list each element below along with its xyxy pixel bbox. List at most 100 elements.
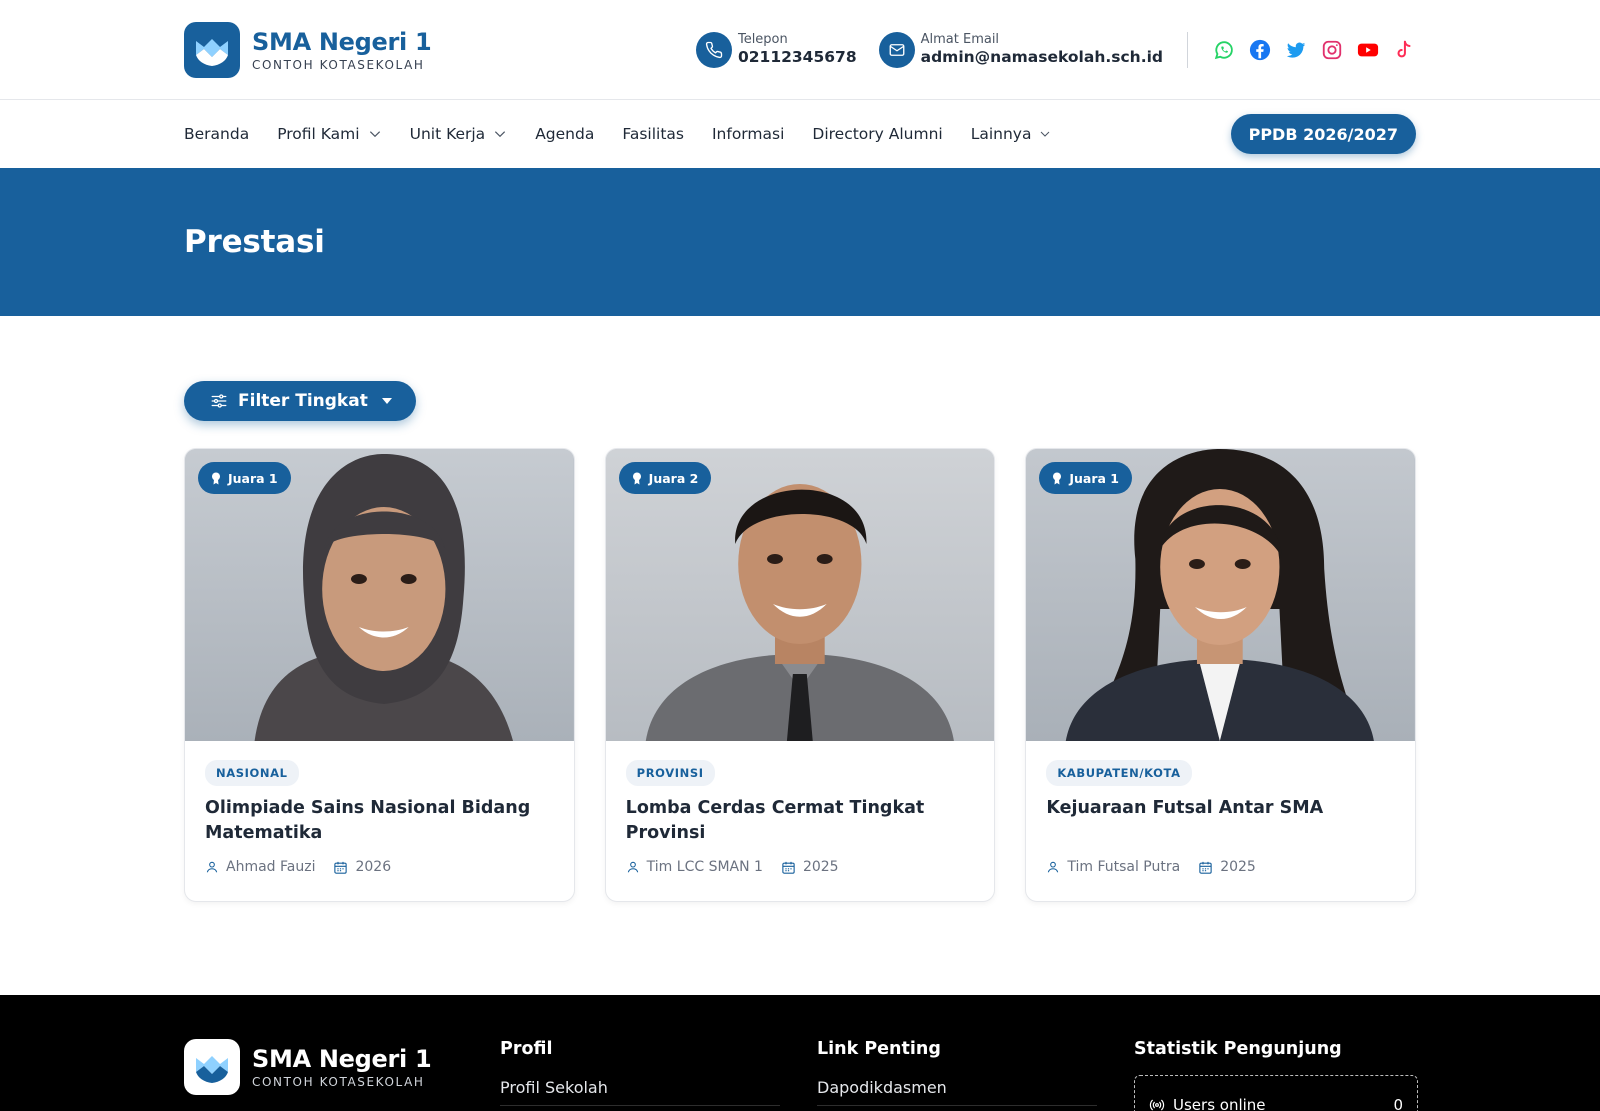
achievement-year: 2025: [802, 859, 839, 875]
ppdb-button[interactable]: PPDB 2026/2027: [1230, 114, 1416, 154]
nav-label: Lainnya: [970, 125, 1032, 143]
footer-heading: Link Penting: [817, 1039, 941, 1059]
email-address: admin@namasekolah.sch.id: [920, 48, 1163, 66]
main-navigation: Beranda Profil Kami Unit Kerja Agenda Fa…: [0, 100, 1600, 168]
achievement-year: 2025: [1220, 859, 1256, 875]
nav-agenda[interactable]: Agenda: [535, 125, 594, 143]
achievement-card[interactable]: Juara 2 PROVINSI Lomba Cerdas Cermat Tin…: [604, 448, 996, 902]
award-label: Juara 1: [228, 470, 278, 486]
footer-profile-column: Profil Profil Sekolah: [500, 1039, 780, 1106]
achievement-title[interactable]: Lomba Cerdas Cermat Tingkat Provinsi: [626, 796, 975, 848]
page-title: Prestasi: [184, 224, 325, 260]
student-photo: Juara 1: [185, 449, 574, 741]
award-label: Juara 2: [648, 470, 699, 486]
footer-brand[interactable]: SMA Negeri 1 CONTOH KOTASEKOLAH: [184, 1039, 432, 1095]
medal-icon: [212, 472, 220, 484]
nav-directory-alumni[interactable]: Directory Alumni: [812, 125, 942, 143]
participant-name: Tim Futsal Putra: [1067, 859, 1181, 875]
footer-link[interactable]: Profil Sekolah: [500, 1078, 780, 1106]
achievement-list: Juara 1 NASIONAL Olimpiade Sains Nasiona…: [184, 448, 1417, 902]
stat-value: 0: [1393, 1096, 1403, 1111]
nav-label: Informasi: [711, 125, 785, 143]
footer-links-column: Link Penting Dapodikdasmen: [817, 1039, 1097, 1106]
student-photo: Juara 1: [1026, 449, 1416, 741]
mail-icon: [878, 32, 915, 68]
email-contact[interactable]: Almat Email admin@namasekolah.sch.id: [878, 32, 1163, 68]
award-label: Juara 1: [1069, 470, 1119, 486]
nav-lainnya[interactable]: Lainnya: [971, 125, 1052, 143]
phone-contact[interactable]: Telepon 02112345678: [695, 32, 857, 68]
level-badge: KABUPATEN/KOTA: [1046, 760, 1192, 786]
award-badge: Juara 2: [618, 462, 712, 494]
page-banner: Prestasi: [0, 168, 1600, 316]
calendar-icon: [334, 861, 348, 874]
facebook-icon[interactable]: [1248, 38, 1272, 62]
calendar-icon: [782, 861, 795, 874]
user-icon: [206, 861, 218, 873]
school-city: CONTOH KOTASEKOLAH: [252, 58, 425, 72]
nav-informasi[interactable]: Informasi: [712, 125, 784, 143]
tiktok-icon[interactable]: [1392, 38, 1416, 62]
broadcast-icon: [1149, 1099, 1165, 1111]
school-logo-icon: [184, 22, 240, 78]
chevron-down-icon: [369, 131, 380, 138]
divider: [1187, 32, 1188, 68]
achievement-card[interactable]: Juara 1 KABUPATEN/KOTA Kejuaraan Futsal …: [1025, 448, 1417, 902]
award-badge: Juara 1: [1039, 462, 1132, 494]
participant-name: Ahmad Fauzi: [226, 859, 316, 875]
level-badge: PROVINSI: [625, 760, 715, 786]
user-icon: [1048, 861, 1059, 873]
medal-icon: [1053, 472, 1062, 484]
nav-unit-kerja[interactable]: Unit Kerja: [410, 125, 508, 143]
phone-number: 02112345678: [737, 48, 857, 66]
youtube-icon[interactable]: [1356, 38, 1380, 62]
footer-school-name: SMA Negeri 1: [252, 1045, 432, 1073]
stat-label: Users online: [1173, 1096, 1266, 1111]
calendar-icon: [1199, 861, 1212, 874]
visitor-stats-box: Users online 0: [1134, 1075, 1418, 1111]
sliders-icon: [211, 394, 227, 408]
footer-stats-column: Statistik Pengunjung Users online 0: [1134, 1039, 1418, 1111]
nav-label: Fasilitas: [622, 125, 684, 143]
top-header: SMA Negeri 1 CONTOH KOTASEKOLAH Telepon …: [0, 0, 1600, 100]
award-badge: Juara 1: [198, 462, 291, 494]
footer-heading: Profil: [500, 1039, 553, 1059]
level-badge: NASIONAL: [205, 760, 299, 786]
filter-label: Filter Tingkat: [238, 391, 368, 411]
nav-label: Profil Kami: [277, 125, 360, 143]
nav-label: Agenda: [535, 125, 595, 143]
achievement-title[interactable]: Olimpiade Sains Nasional Bidang Matemati…: [205, 796, 554, 848]
filter-tingkat-button[interactable]: Filter Tingkat: [184, 381, 416, 421]
social-links: [1212, 38, 1416, 62]
achievement-card[interactable]: Juara 1 NASIONAL Olimpiade Sains Nasiona…: [184, 448, 575, 902]
achievements-section: Filter Tingkat Juara 1 NASIONAL Olimpiad…: [0, 316, 1600, 902]
phone-icon: [695, 32, 732, 68]
nav-label: Unit Kerja: [409, 125, 486, 143]
footer-link[interactable]: Dapodikdasmen: [817, 1078, 1097, 1106]
school-logo-icon: [184, 1039, 240, 1095]
achievement-year: 2026: [355, 859, 392, 875]
whatsapp-icon[interactable]: [1212, 38, 1236, 62]
nav-fasilitas[interactable]: Fasilitas: [622, 125, 684, 143]
chevron-down-icon: [495, 131, 506, 138]
nav-label: Directory Alumni: [812, 125, 943, 143]
chevron-down-icon: [1041, 131, 1050, 137]
nav-beranda[interactable]: Beranda: [184, 125, 249, 143]
twitter-icon[interactable]: [1284, 38, 1308, 62]
caret-down-icon: [381, 398, 392, 404]
student-photo: Juara 2: [605, 449, 995, 741]
footer-school-city: CONTOH KOTASEKOLAH: [252, 1075, 425, 1089]
nav-label: Beranda: [184, 125, 250, 143]
user-icon: [627, 861, 638, 873]
email-label: Almat Email: [920, 32, 1000, 47]
brand-logo-link[interactable]: SMA Negeri 1 CONTOH KOTASEKOLAH: [184, 22, 432, 78]
achievement-title[interactable]: Kejuaraan Futsal Antar SMA: [1046, 796, 1395, 848]
footer-heading: Statistik Pengunjung: [1134, 1039, 1342, 1059]
medal-icon: [632, 472, 641, 484]
instagram-icon[interactable]: [1320, 38, 1344, 62]
participant-name: Tim LCC SMAN 1: [646, 859, 763, 875]
school-name: SMA Negeri 1: [252, 28, 432, 56]
nav-profil-kami[interactable]: Profil Kami: [277, 125, 381, 143]
site-footer: SMA Negeri 1 CONTOH KOTASEKOLAH Profil P…: [0, 995, 1600, 1111]
phone-label: Telepon: [737, 32, 788, 47]
